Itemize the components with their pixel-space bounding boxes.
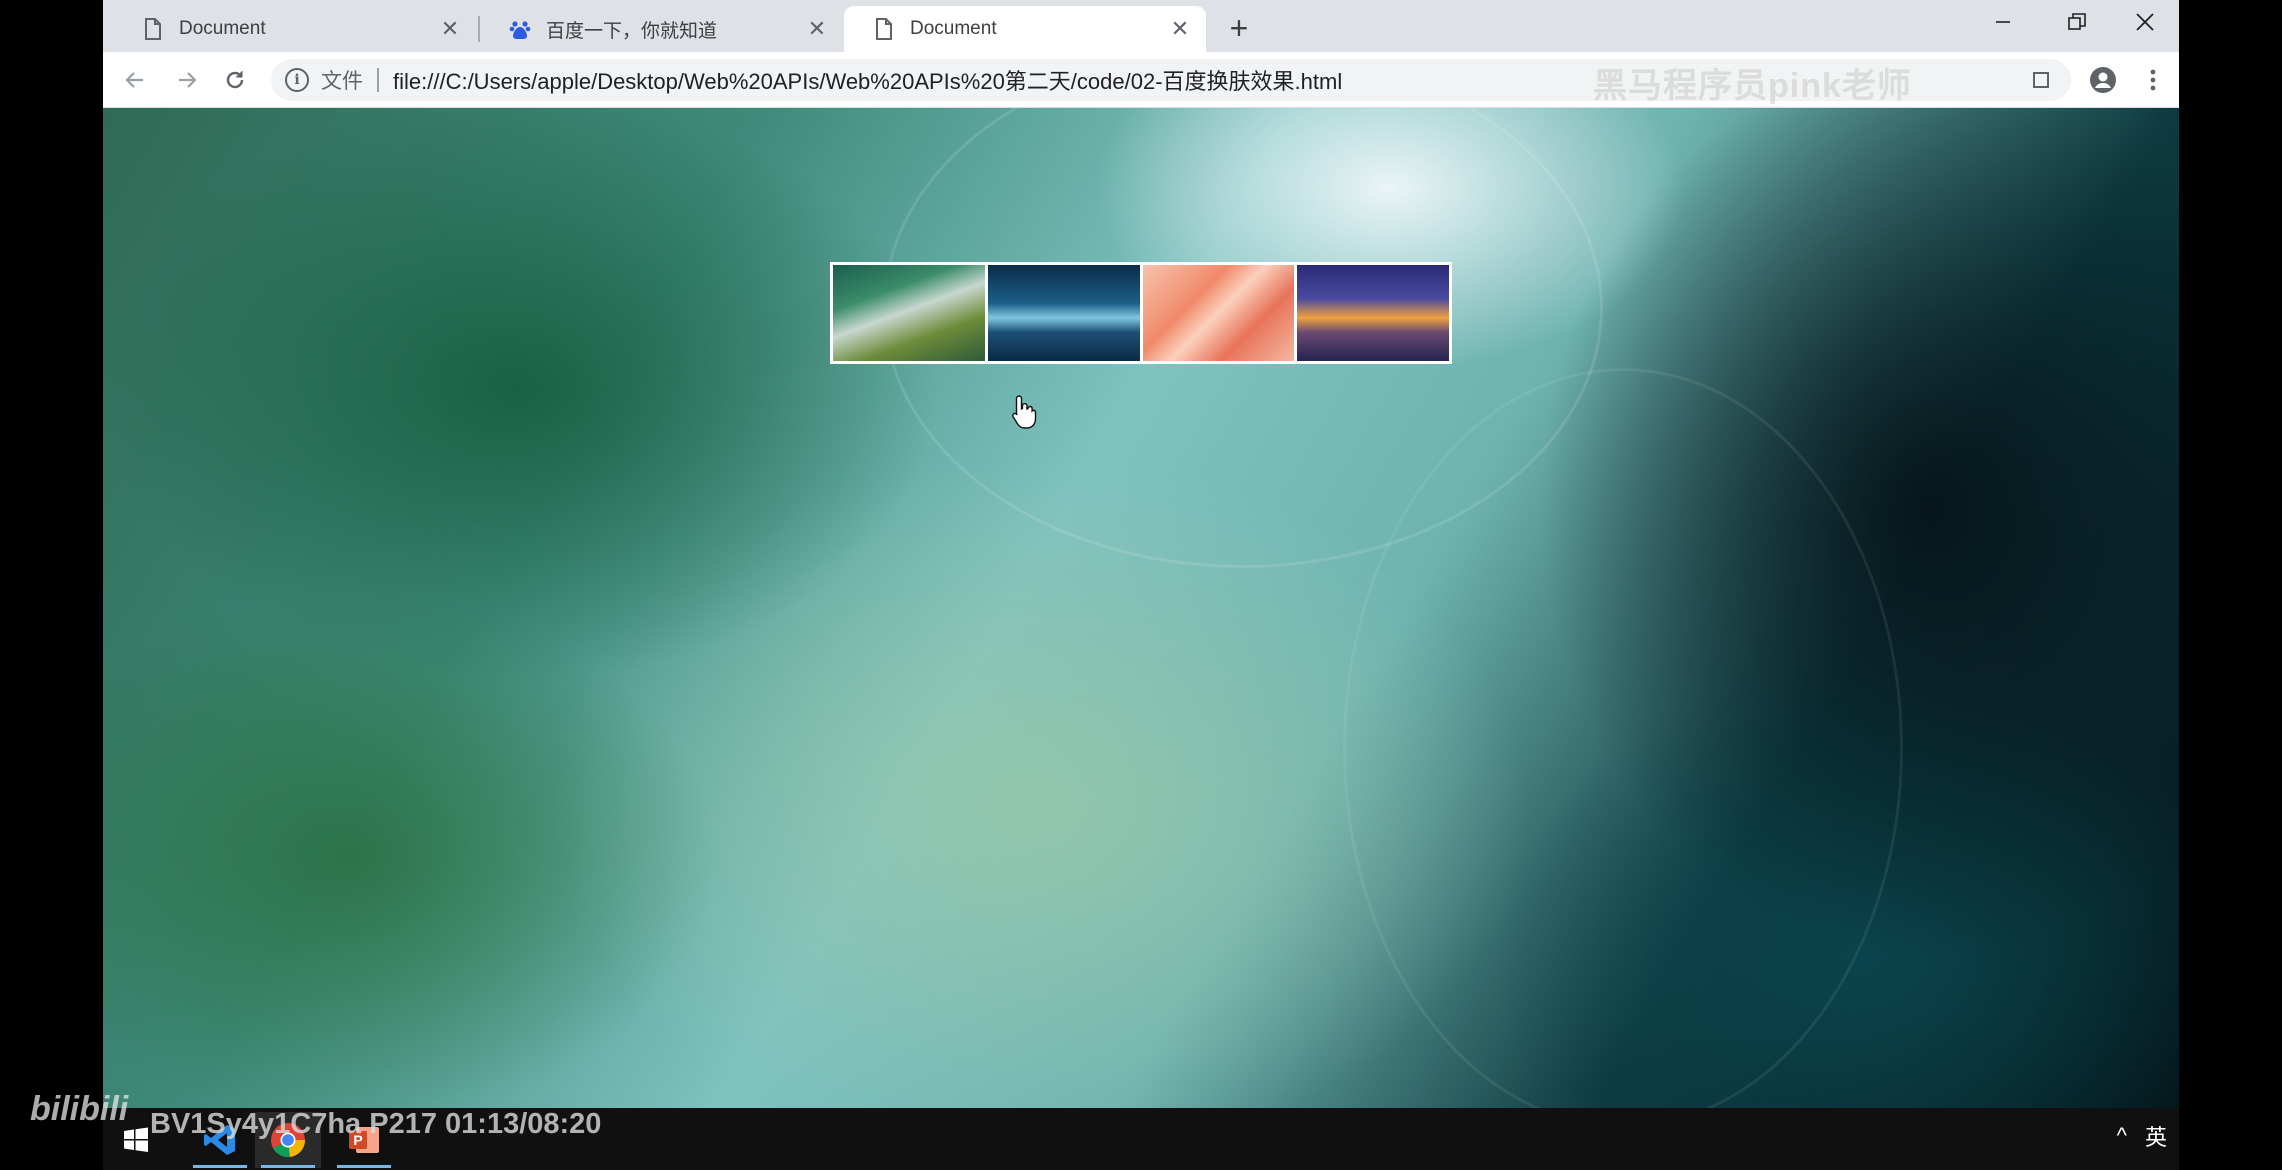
water-ripple bbox=[1343, 368, 1903, 1108]
screen: Document ✕ 百度一下，你就知道 ✕ Document ✕ + i 文件… bbox=[0, 0, 2282, 1170]
tab-document-active[interactable]: Document ✕ bbox=[844, 6, 1206, 52]
file-icon bbox=[872, 17, 896, 41]
skin-thumb-2[interactable] bbox=[987, 265, 1140, 361]
baidu-paw-icon bbox=[508, 17, 532, 41]
tab-baidu[interactable]: 百度一下，你就知道 ✕ bbox=[480, 6, 843, 52]
omnibox-divider bbox=[377, 68, 379, 92]
file-icon bbox=[141, 17, 165, 41]
tab-document-1[interactable]: Document ✕ bbox=[113, 6, 476, 52]
profile-avatar-icon[interactable] bbox=[2085, 62, 2121, 98]
minimize-button[interactable] bbox=[1973, 4, 2033, 40]
tab-title: Document bbox=[910, 18, 997, 39]
video-info-overlay: BV1Sy4y1C7ha P217 01:13/08:20 bbox=[150, 1108, 602, 1140]
new-tab-button[interactable]: + bbox=[1221, 10, 1257, 46]
close-icon[interactable]: ✕ bbox=[438, 16, 462, 41]
tab-title: 百度一下，你就知道 bbox=[546, 20, 718, 42]
watermark: 黑马程序员pink老师 bbox=[1593, 67, 1912, 105]
skin-thumb-1[interactable] bbox=[833, 265, 985, 361]
active-indicator bbox=[337, 1165, 391, 1168]
forward-button[interactable] bbox=[169, 62, 205, 98]
scheme-chip: 文件 bbox=[321, 70, 363, 93]
back-button[interactable] bbox=[117, 62, 153, 98]
tray-chevron-up-icon[interactable]: ^ bbox=[2117, 1123, 2127, 1149]
active-indicator bbox=[193, 1165, 247, 1168]
page-background bbox=[103, 108, 2179, 1108]
browser-toolbar: i 文件 file:///C:/Users/apple/Desktop/Web%… bbox=[103, 52, 2179, 108]
skin-selector bbox=[830, 262, 1452, 364]
close-icon[interactable]: ✕ bbox=[805, 16, 829, 41]
extension-icon[interactable] bbox=[2023, 62, 2059, 98]
restore-button[interactable] bbox=[2047, 4, 2107, 40]
skin-thumb-3[interactable] bbox=[1142, 265, 1295, 361]
system-tray: ^ 英 bbox=[2117, 1120, 2167, 1152]
input-language-indicator[interactable]: 英 bbox=[2145, 1120, 2167, 1152]
close-window-button[interactable] bbox=[2115, 4, 2175, 40]
info-icon[interactable]: i bbox=[285, 68, 309, 92]
tab-title: Document bbox=[179, 18, 266, 39]
bilibili-logo: bilibili bbox=[30, 1090, 129, 1128]
active-indicator bbox=[261, 1165, 315, 1168]
close-icon[interactable]: ✕ bbox=[1168, 16, 1192, 41]
hand-cursor-icon bbox=[1012, 395, 1037, 429]
reload-button[interactable] bbox=[217, 62, 253, 98]
browser-window: Document ✕ 百度一下，你就知道 ✕ Document ✕ + i 文件… bbox=[103, 0, 2179, 1108]
menu-dots-icon[interactable] bbox=[2135, 62, 2171, 98]
skin-thumb-4[interactable] bbox=[1297, 265, 1449, 361]
url-text[interactable]: file:///C:/Users/apple/Desktop/Web%20API… bbox=[393, 64, 1342, 96]
tab-strip: Document ✕ 百度一下，你就知道 ✕ Document ✕ + bbox=[103, 0, 2179, 52]
